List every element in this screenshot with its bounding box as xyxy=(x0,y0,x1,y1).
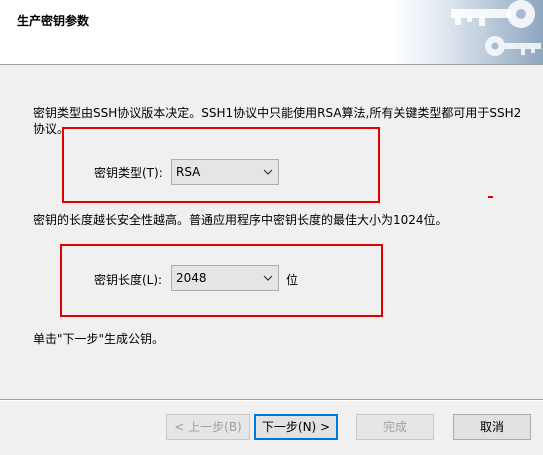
cancel-button[interactable]: 取消 xyxy=(453,414,531,440)
chevron-down-icon xyxy=(263,275,273,281)
wizard-header: 生产密钥参数 xyxy=(0,0,543,65)
key-type-label: 密钥类型(T): xyxy=(94,166,163,180)
annotation-mark xyxy=(488,196,493,198)
key-length-unit: 位 xyxy=(286,273,299,287)
footer-divider xyxy=(0,399,543,401)
key-type-select[interactable]: RSA xyxy=(171,159,279,185)
key-length-description: 密钥的长度越长安全性越高。普通应用程序中密钥长度的最佳大小为1024位。 xyxy=(33,213,448,227)
key-type-value: RSA xyxy=(176,165,201,179)
chevron-down-icon xyxy=(263,169,273,175)
page-title: 生产密钥参数 xyxy=(17,14,90,28)
keys-icon xyxy=(393,0,543,64)
next-button[interactable]: 下一步(N) > xyxy=(254,414,338,440)
key-length-label: 密钥长度(L): xyxy=(94,273,163,287)
finish-button[interactable]: 完成 xyxy=(356,414,434,440)
key-length-select[interactable]: 2048 xyxy=(171,265,279,291)
key-length-value: 2048 xyxy=(176,271,207,285)
prev-button[interactable]: < 上一步(B) xyxy=(166,414,250,440)
next-step-note: 单击"下一步"生成公钥。 xyxy=(33,332,165,346)
